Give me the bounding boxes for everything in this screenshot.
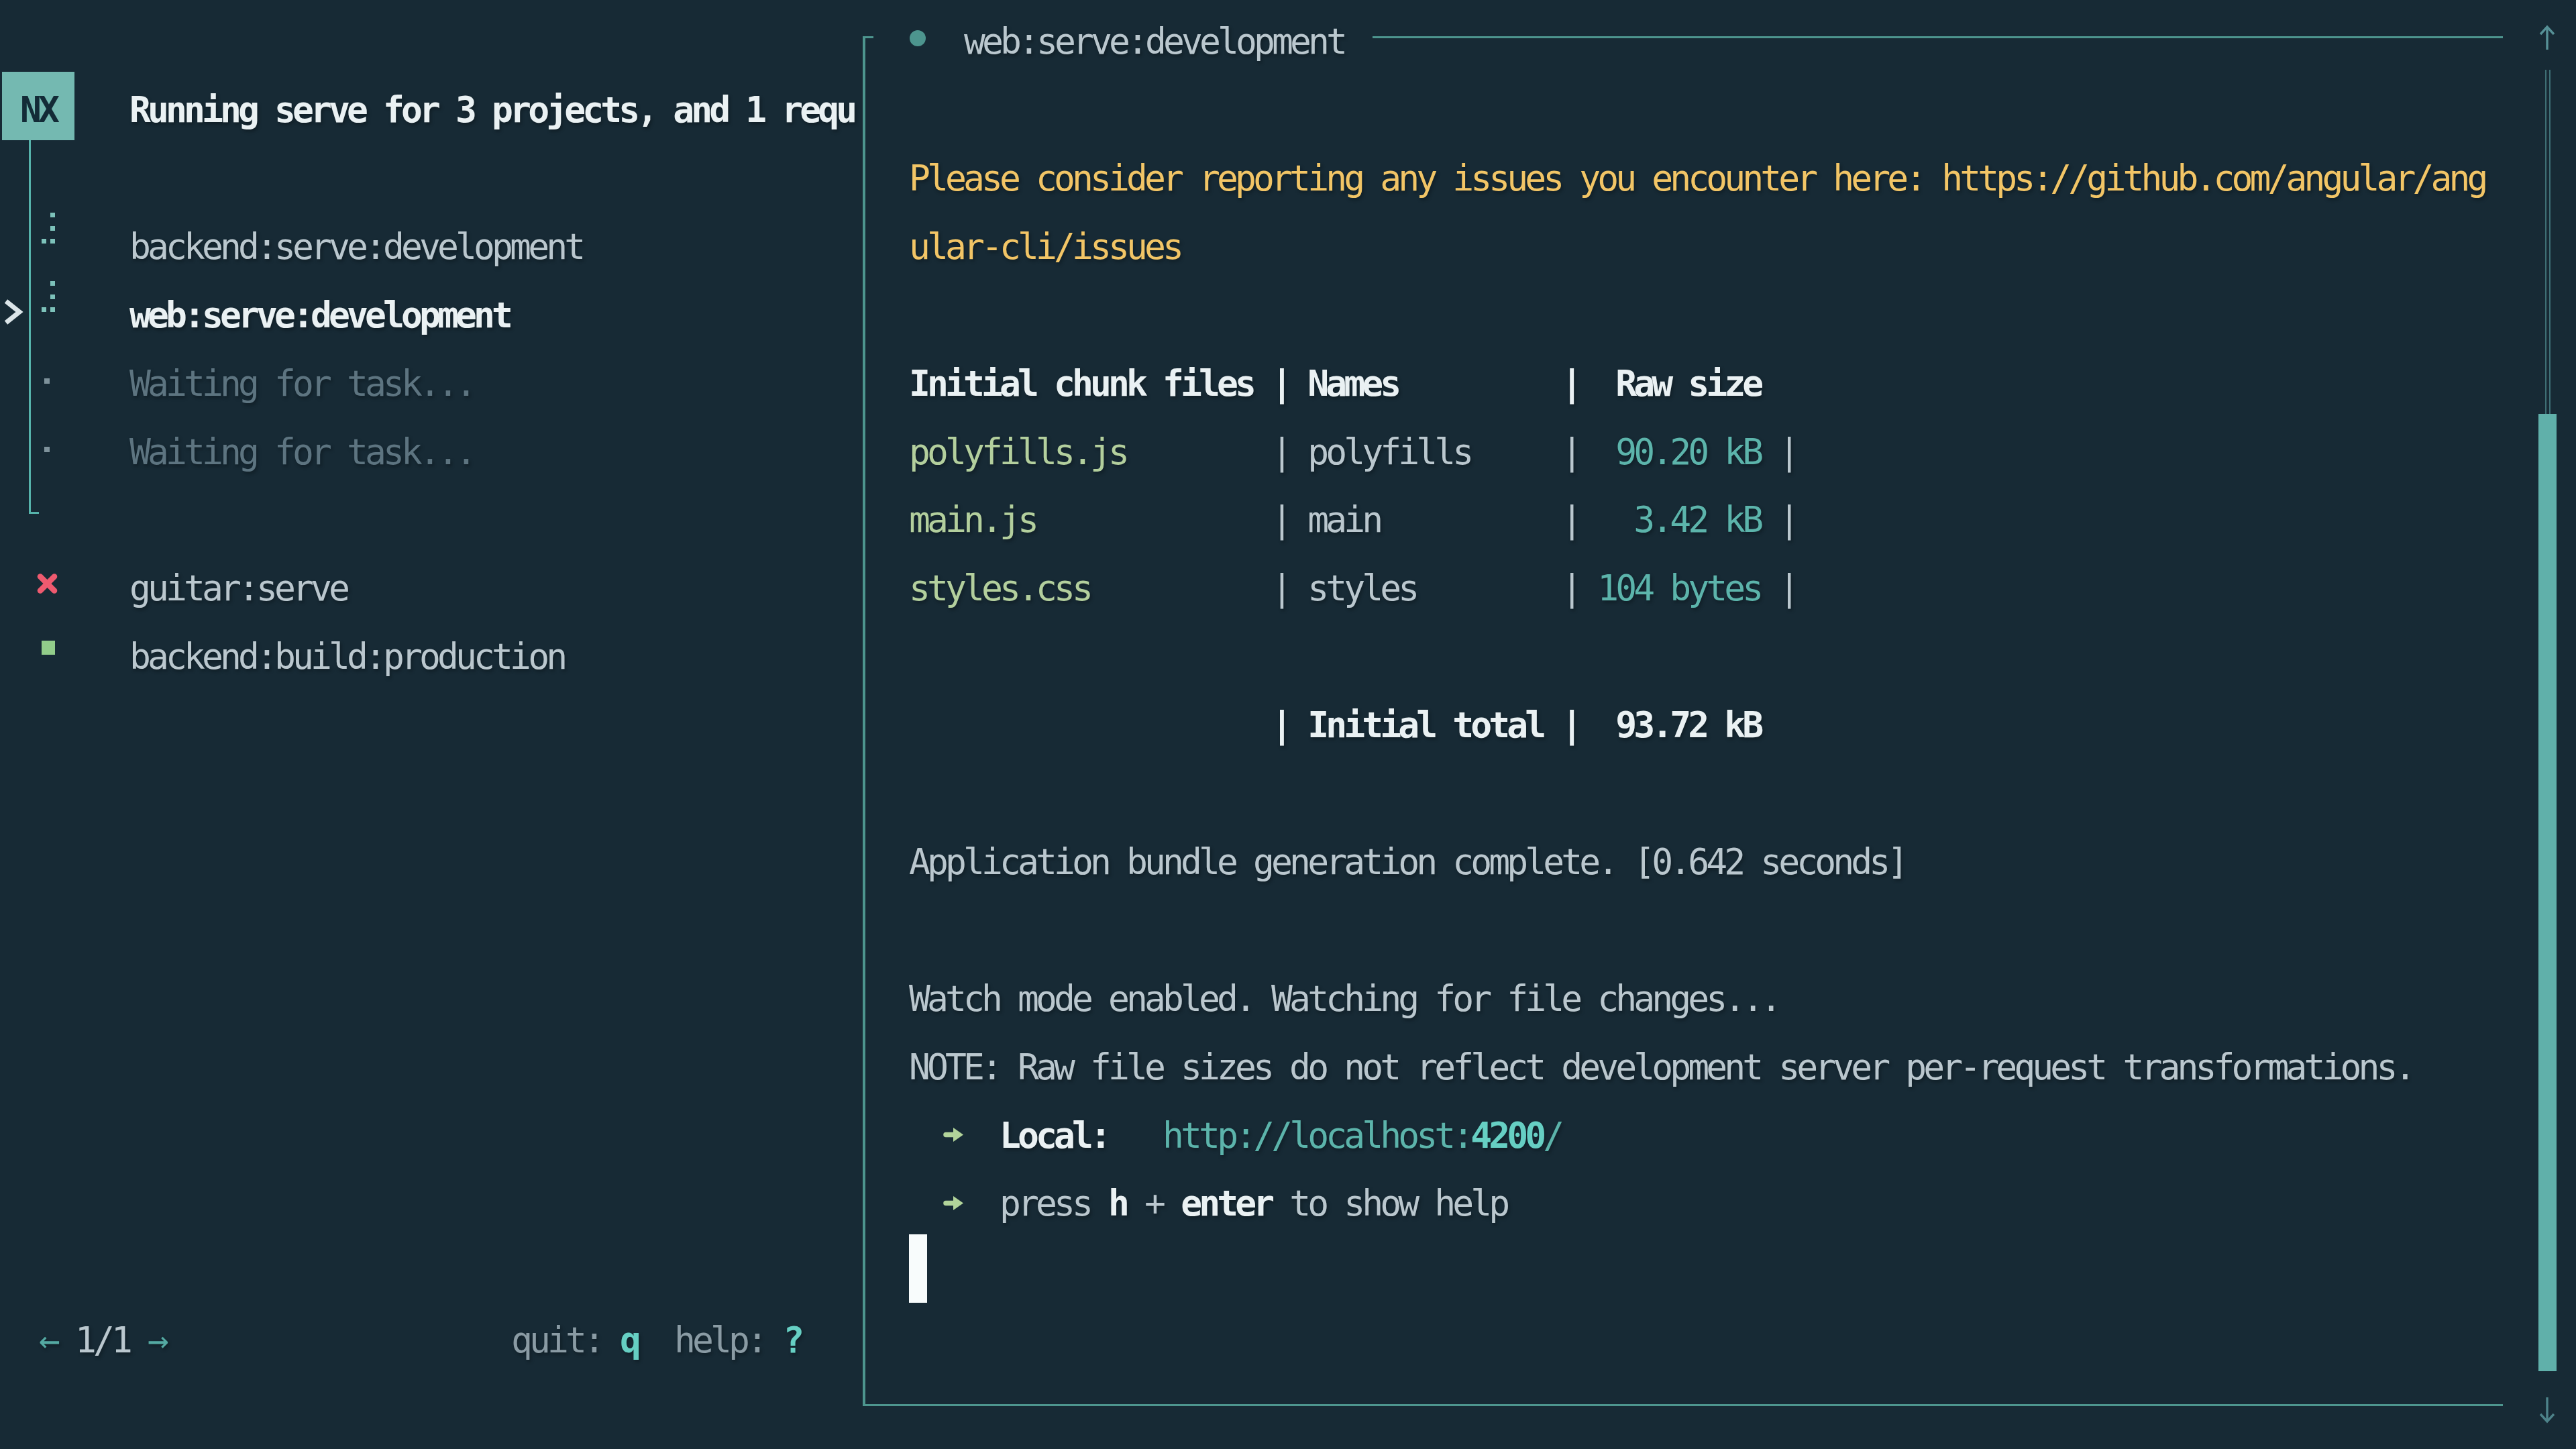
nx-logo-text: NX	[2, 89, 56, 130]
nx-logo-label: NX	[2, 72, 56, 144]
local-indent	[909, 1115, 1000, 1156]
local-url[interactable]: http://localhost:	[1163, 1115, 1470, 1156]
task-tree-line	[29, 140, 31, 514]
help-key-enter: enter	[1181, 1183, 1271, 1224]
task-item-guitar-serve[interactable]: guitar:serve	[129, 551, 347, 623]
output-panel-title[interactable]: web:serve:development	[964, 4, 1344, 76]
note-line: NOTE: Raw file sizes do not reflect deve…	[909, 1029, 2412, 1101]
chunk-table-row-main: main.js | main | 3.42 kB |	[909, 482, 1796, 554]
waiting-bullet-icon	[44, 447, 50, 452]
task-item-waiting-2[interactable]: Waiting for task...	[129, 414, 474, 486]
chunk-table-row-styles: styles.css | styles | 104 bytes |	[909, 551, 1796, 623]
task-item-web-serve-selected[interactable]: web:serve:development	[129, 277, 510, 349]
local-label: Local:	[1000, 1115, 1108, 1156]
help-pre: press	[1000, 1183, 1108, 1224]
terminal-cursor[interactable]	[909, 1234, 927, 1303]
help-mid: +	[1126, 1183, 1181, 1224]
waiting-bullet-icon	[44, 378, 50, 384]
task-tree-line-foot	[29, 512, 39, 514]
pager-left-arrow-icon[interactable]: ←	[39, 1320, 57, 1360]
scrollbar-track-left-edge	[2545, 70, 2547, 414]
left-header-title: Running serve for 3 projects, and 1 requ	[129, 72, 854, 144]
bundle-complete-line: Application bundle generation complete. …	[909, 824, 1905, 896]
task-item-backend-build[interactable]: backend:build:production	[129, 619, 564, 691]
chunk-row-tail: |	[1760, 499, 1796, 540]
chunk-raw-size: 104 bytes	[1597, 568, 1760, 608]
local-url-line: Local: http://localhost:4200/	[909, 1097, 1561, 1169]
help-key-h: h	[1108, 1183, 1126, 1224]
show-help-line: press h + enter to show help	[909, 1166, 1507, 1238]
output-box-border-left	[863, 36, 865, 1406]
scrollbar-down-arrow-icon[interactable]	[2539, 1395, 2555, 1424]
task-failed-cross-icon	[38, 574, 57, 594]
chunk-row-tail: |	[1760, 431, 1796, 472]
output-box-border-bottom	[863, 1404, 2503, 1407]
scrollbar-up-arrow-icon[interactable]	[2539, 25, 2555, 52]
chunk-file-name: polyfills.js	[909, 431, 1126, 472]
hotkey-bar: quit: q help: ?	[511, 1303, 801, 1375]
help-key[interactable]: ?	[783, 1320, 801, 1360]
chunk-file-name: main.js	[909, 499, 1036, 540]
task-success-square-icon	[42, 641, 55, 655]
output-box-border-top-stub	[863, 36, 873, 38]
task-item-waiting-1[interactable]: Waiting for task...	[129, 345, 474, 417]
chunk-row-separators: | polyfills |	[1126, 431, 1615, 472]
chunk-raw-size: 3.42 kB	[1633, 499, 1760, 540]
nx-terminal-ui: NX Running serve for 3 projects, and 1 r…	[0, 0, 2576, 1449]
pager-right-arrow-icon[interactable]: →	[148, 1320, 166, 1360]
notice-line-1: Please consider reporting any issues you…	[909, 140, 2485, 212]
selected-task-chevron-icon	[3, 299, 23, 325]
quit-label: quit:	[511, 1320, 620, 1360]
help-post: to show help	[1271, 1183, 1507, 1224]
chunk-table-header: Initial chunk files | Names | Raw size	[909, 345, 1760, 417]
local-gap	[1108, 1115, 1163, 1156]
chunk-file-name: styles.css	[909, 568, 1090, 608]
help-indent	[909, 1183, 1000, 1224]
pager-label: 1/1	[57, 1320, 148, 1360]
chunk-table-row-polyfills: polyfills.js | polyfills | 90.20 kB |	[909, 414, 1796, 486]
chunk-row-tail: |	[1760, 568, 1796, 608]
watch-mode-line: Watch mode enabled. Watching for file ch…	[909, 961, 1778, 1032]
notice-line-2: ular-cli/issues	[909, 209, 1181, 280]
hotkey-gap	[638, 1320, 674, 1360]
chunk-raw-size: 90.20 kB	[1615, 431, 1760, 472]
task-item-backend-serve[interactable]: backend:serve:development	[129, 209, 582, 280]
quit-key[interactable]: q	[620, 1320, 638, 1360]
help-label: help:	[674, 1320, 783, 1360]
output-box-border-top	[1373, 36, 2503, 38]
scrollbar-thumb[interactable]	[2538, 414, 2557, 1371]
local-url-port[interactable]: 4200	[1470, 1115, 1543, 1156]
output-title-bullet-icon	[910, 30, 926, 46]
pager: ← 1/1 →	[39, 1303, 166, 1375]
chunk-table-total-row: | Initial total | 93.72 kB	[909, 688, 1760, 759]
chunk-row-separators: | styles |	[1090, 568, 1597, 608]
chunk-row-separators: | main |	[1036, 499, 1633, 540]
local-url-slash[interactable]: /	[1543, 1115, 1561, 1156]
scrollbar-track-right-edge	[2549, 70, 2551, 414]
